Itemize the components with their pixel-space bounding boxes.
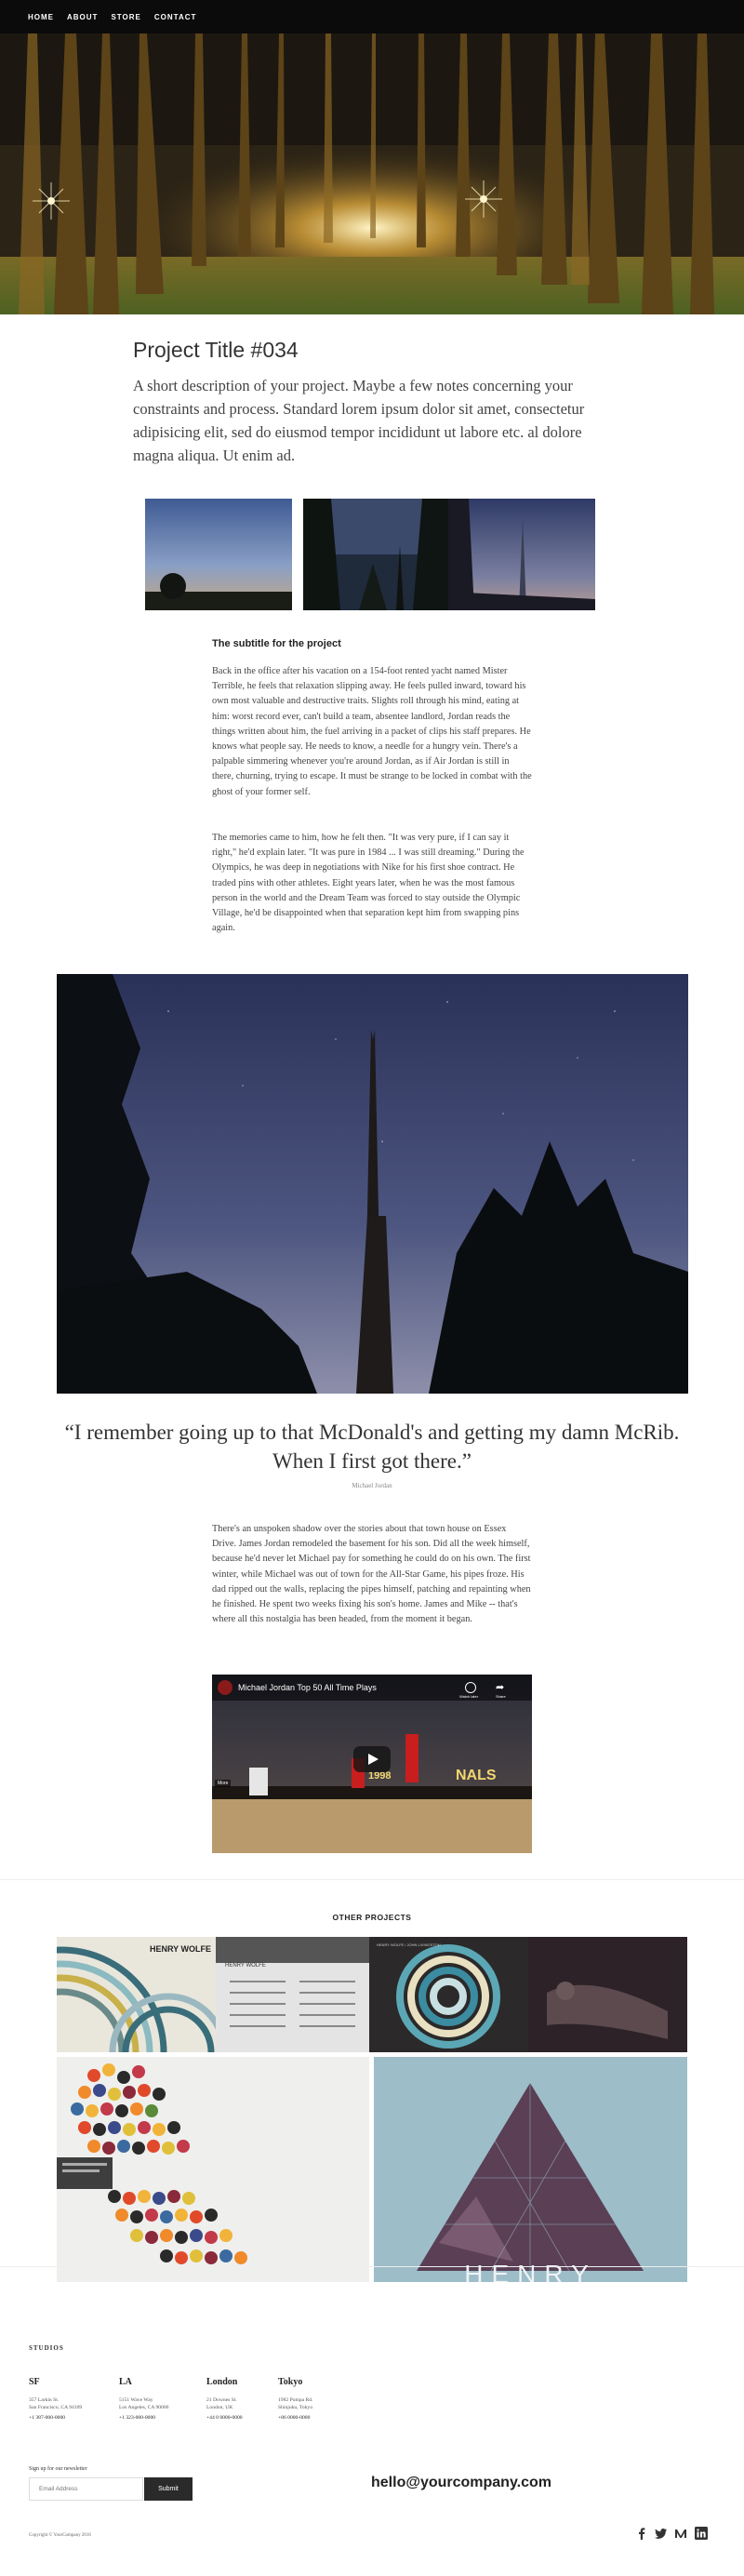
- studio-address-1: 357 Larkin St.: [29, 2397, 60, 2403]
- other-project-tile-6[interactable]: HENRY WOLFE: [374, 2057, 687, 2282]
- thumbnail-fog-spire[interactable]: [448, 499, 595, 610]
- project-subtitle: The subtitle for the project: [212, 638, 341, 649]
- studio-address-1: 1982 Pumpa Rd.: [278, 2397, 313, 2403]
- video-more-label[interactable]: More: [215, 1780, 232, 1787]
- nav-about-link[interactable]: About: [67, 13, 98, 21]
- linkedin-icon[interactable]: [695, 2527, 708, 2540]
- pull-quote: “I remember going up to that McDonald's …: [64, 1421, 680, 1473]
- medium-icon[interactable]: [674, 2527, 687, 2540]
- video-watch-later-icon[interactable]: [465, 1682, 476, 1693]
- studios-title: STUDIOS: [29, 2344, 64, 2352]
- other-projects-title: OTHER PROJECTS: [332, 1913, 412, 1922]
- studio-name: Tokyo: [278, 2377, 303, 2387]
- studio-phone[interactable]: +86 0000-0000: [278, 2414, 362, 2422]
- copyright-text: Copyright © YourCompany 2016: [29, 2533, 91, 2538]
- newsletter-submit-button[interactable]: Submit: [144, 2477, 193, 2501]
- top-nav: Home About Store Contact: [0, 0, 744, 33]
- tile-6-brand: HENRY WOLFE: [464, 2260, 597, 2282]
- other-project-tile-1[interactable]: HENRY WOLFE: [57, 1937, 216, 2052]
- newsletter-label: Sign up for our newsletter: [29, 2466, 87, 2472]
- studio-tokyo: Tokyo 1982 Pumpa Rd. Shinjuku, Tokyo +86…: [278, 2377, 362, 2422]
- video-share-label: Share: [496, 1694, 506, 1699]
- studio-address-2: Los Angeles, CA 90000: [119, 2405, 169, 2410]
- video-title[interactable]: Michael Jordan Top 50 All Time Plays: [238, 1683, 377, 1692]
- video-play-button[interactable]: [353, 1746, 391, 1772]
- studio-name: LA: [119, 2377, 132, 2387]
- project-lede: A short description of your project. May…: [133, 377, 585, 464]
- section-divider: [0, 1879, 744, 1880]
- video-banner-text: NALS: [456, 1768, 497, 1783]
- project-title: Project Title #034: [133, 338, 299, 362]
- newsletter-email-input[interactable]: [29, 2477, 143, 2501]
- featured-photo-spire: [57, 974, 688, 1394]
- facebook-icon[interactable]: [635, 2527, 648, 2540]
- studio-address-2: San Francisco, CA 94109: [29, 2405, 83, 2410]
- studio-sf: SF 357 Larkin St. San Francisco, CA 9410…: [29, 2377, 113, 2422]
- video-embed[interactable]: Michael Jordan Top 50 All Time Plays Wat…: [212, 1675, 532, 1853]
- studio-phone[interactable]: +1 323-000-0000: [119, 2414, 203, 2422]
- twitter-icon[interactable]: [655, 2527, 668, 2540]
- contact-email-link[interactable]: hello@yourcompany.com: [371, 2475, 551, 2491]
- other-project-tile-3[interactable]: HENRY WOLFE / JOHN LIVINGSTON: [369, 1937, 528, 2052]
- footer-divider: [0, 2266, 744, 2267]
- body-paragraph-3: There's an unspoken shadow over the stor…: [212, 1524, 531, 1625]
- other-project-tile-2[interactable]: HENRY WOLFE: [216, 1937, 369, 2052]
- tile-1-brand: HENRY WOLFE: [150, 1944, 212, 1954]
- body-paragraph-2: The memories came to him, how he felt th…: [212, 833, 525, 934]
- other-project-tile-5[interactable]: [57, 2057, 369, 2282]
- video-share-icon[interactable]: ➦: [496, 1682, 504, 1693]
- tile-3-caption: HENRY WOLFE / JOHN LIVINGSTON: [377, 1942, 441, 1947]
- studio-la: LA 5151 Wave Way Los Angeles, CA 90000 +…: [119, 2377, 203, 2422]
- video-watch-later-label: Watch later: [459, 1694, 479, 1699]
- play-icon: [368, 1754, 379, 1765]
- studio-name: SF: [29, 2377, 40, 2387]
- thumbnail-dusk-tree[interactable]: [145, 499, 292, 610]
- hero-image: [0, 33, 744, 314]
- studio-address-1: 5151 Wave Way: [119, 2397, 153, 2403]
- studio-phone[interactable]: +1 387-000-0000: [29, 2414, 113, 2422]
- nav-home-link[interactable]: Home: [28, 13, 54, 21]
- quote-author: Michael Jordan: [352, 1482, 392, 1489]
- other-project-tile-4[interactable]: [528, 1937, 687, 2052]
- nav-store-link[interactable]: Store: [111, 13, 140, 21]
- nav-contact-link[interactable]: Contact: [154, 13, 197, 21]
- thumbnail-spire-forest[interactable]: [303, 499, 450, 610]
- studio-address-2: Shinjuku, Tokyo: [278, 2405, 313, 2410]
- body-paragraph-1: Back in the office after his vacation on…: [212, 666, 532, 797]
